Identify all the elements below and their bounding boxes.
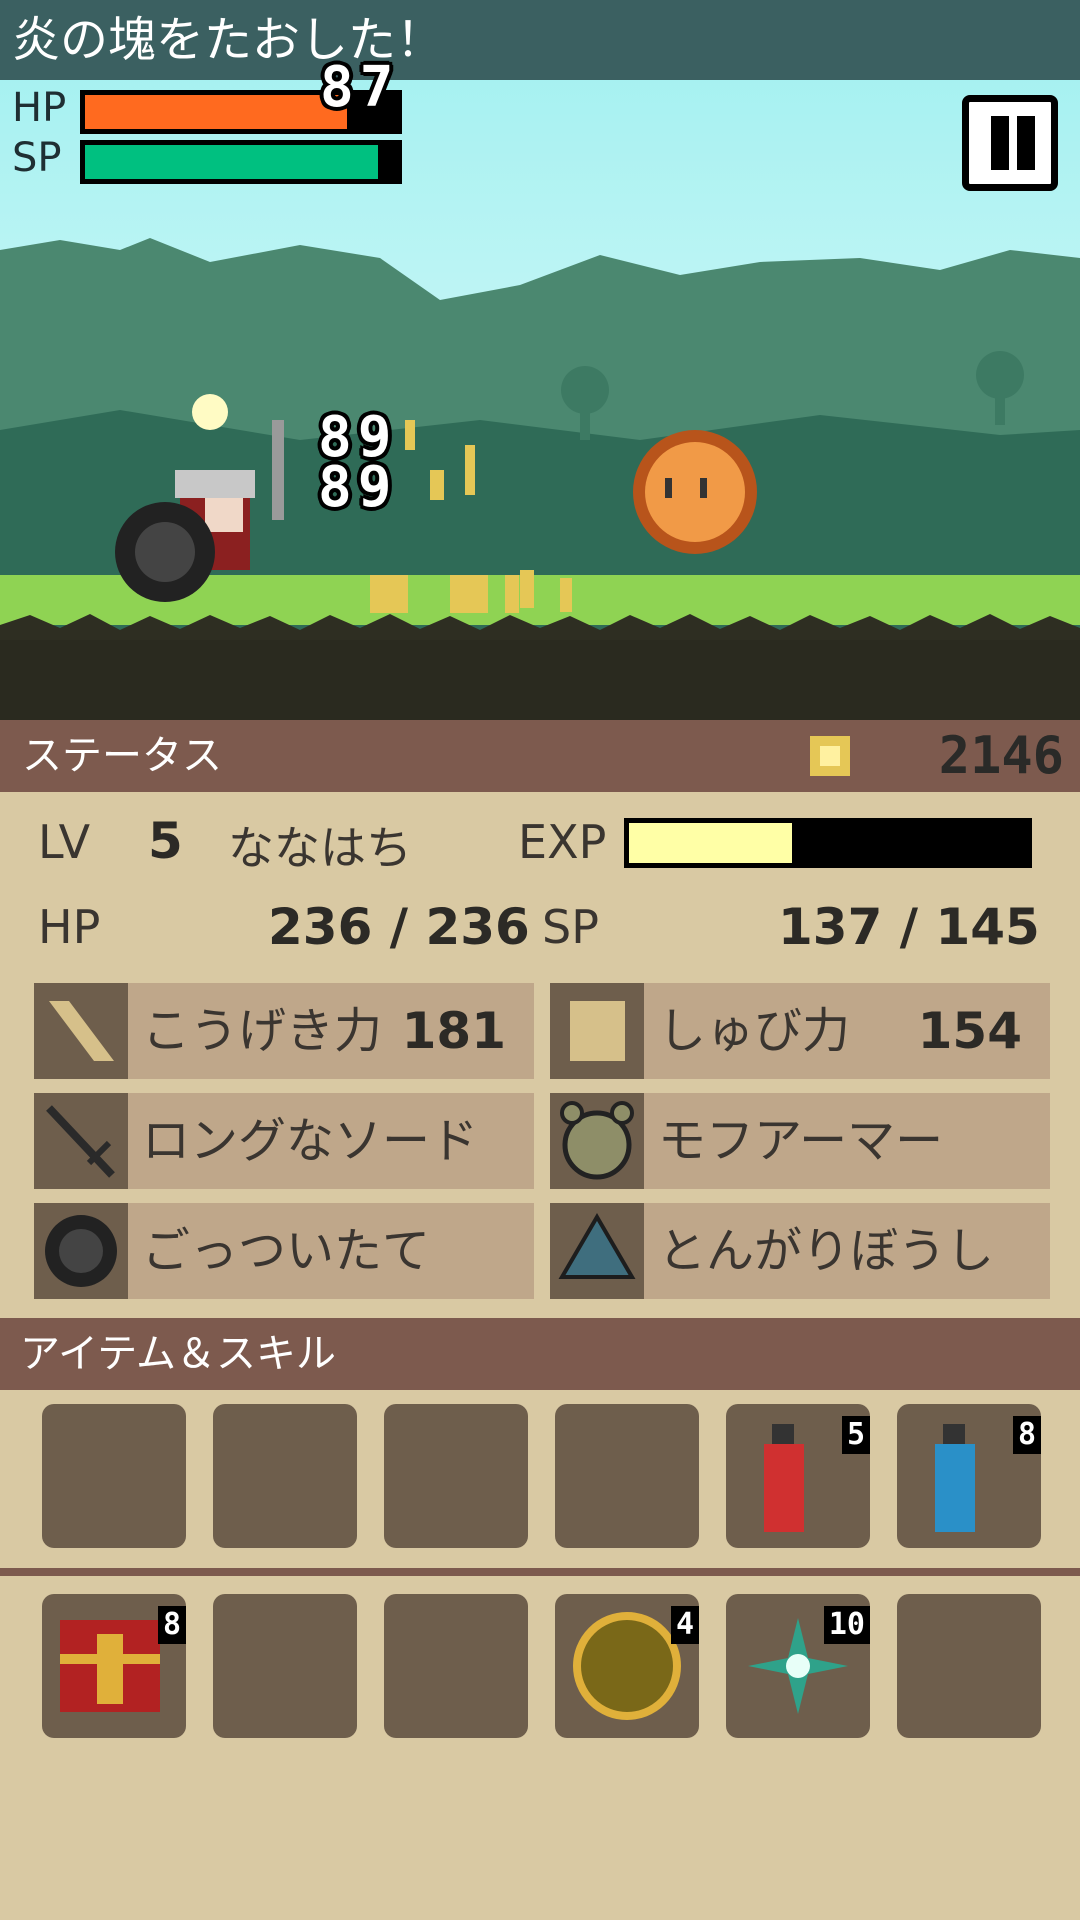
armor-power-icon: [550, 983, 644, 1079]
item-slot-treasure-chest[interactable]: 8: [42, 1594, 186, 1738]
sp-bar-fill: [85, 145, 379, 179]
defense-label: しゅび力: [658, 1003, 851, 1059]
enemy-flame: [633, 430, 757, 554]
pointy-hat-icon: [550, 1203, 644, 1299]
item-slot-empty[interactable]: [384, 1594, 528, 1738]
sp-stat-value: 137 / 145: [778, 898, 1040, 956]
exp-bar-fill: [629, 823, 793, 863]
fur-armor-icon: [550, 1093, 644, 1189]
sp-stat-label: SP: [542, 900, 599, 954]
sword-icon: [34, 1093, 128, 1189]
lv-label: LV: [38, 815, 91, 869]
defense-stat: しゅび力 154: [550, 983, 1050, 1079]
hp-stat-label: HP: [38, 900, 101, 954]
damage-popup: 87: [320, 55, 400, 120]
item-count: 5: [841, 1416, 870, 1454]
hp-stat-value: 236 / 236: [268, 898, 530, 956]
item-slot-empty[interactable]: [213, 1594, 357, 1738]
item-slot-empty[interactable]: [42, 1404, 186, 1548]
exp-bar: [624, 818, 1032, 868]
item-slot-empty[interactable]: [555, 1404, 699, 1548]
sword-power-icon: [34, 983, 128, 1079]
divider: [0, 1568, 1080, 1576]
pause-button[interactable]: [962, 95, 1058, 191]
items-header: アイテム＆スキル: [0, 1318, 1080, 1390]
shield-name: ごっついたて: [142, 1223, 431, 1279]
item-count: 4: [670, 1606, 699, 1644]
shield-icon: [34, 1203, 128, 1299]
attack-stat: こうげき力 181: [34, 983, 534, 1079]
item-count: 10: [823, 1606, 870, 1644]
hp-label: HP: [12, 85, 67, 131]
helmet-slot[interactable]: とんがりぼうし: [550, 1203, 1050, 1299]
battle-scene: 炎の塊をたおした！ HP SP 87 89 89: [0, 0, 1080, 720]
status-heading: ステータス: [22, 733, 222, 779]
item-slot-empty[interactable]: [384, 1404, 528, 1548]
status-header: ステータス 2146: [0, 720, 1080, 792]
exp-label: EXP: [518, 815, 607, 869]
armor-slot[interactable]: モフアーマー: [550, 1093, 1050, 1189]
item-count: 8: [157, 1606, 186, 1644]
hp-bar-fill: [85, 95, 348, 129]
defense-value: 154: [917, 1002, 1022, 1060]
item-slot-empty[interactable]: [897, 1594, 1041, 1738]
weapon-slot[interactable]: ロングなソード: [34, 1093, 534, 1189]
gold-amount: 2146: [938, 726, 1064, 786]
item-slot-sparkle-skill[interactable]: 10: [726, 1594, 870, 1738]
armor-name: モフアーマー: [658, 1113, 944, 1169]
items-heading: アイテム＆スキル: [20, 1331, 336, 1377]
lv-value: 5: [148, 812, 183, 870]
item-slot-empty[interactable]: [213, 1404, 357, 1548]
damage-popup: 89: [318, 455, 398, 520]
item-slot-blue-potion[interactable]: 8: [897, 1404, 1041, 1548]
coin-icon: [810, 736, 850, 776]
item-count: 8: [1012, 1416, 1041, 1454]
shield-slot[interactable]: ごっついたて: [34, 1203, 534, 1299]
battle-message: 炎の塊をたおした！: [0, 0, 1080, 80]
player-name: ななはち: [228, 821, 412, 875]
sp-label: SP: [12, 135, 62, 181]
helmet-name: とんがりぼうし: [658, 1223, 995, 1279]
sp-bar: [80, 140, 402, 184]
attack-label: こうげき力: [142, 1003, 383, 1059]
item-slot-red-potion[interactable]: 5: [726, 1404, 870, 1548]
item-slot-gold-ring[interactable]: 4: [555, 1594, 699, 1738]
weapon-name: ロングなソード: [142, 1113, 479, 1169]
attack-value: 181: [401, 1002, 506, 1060]
